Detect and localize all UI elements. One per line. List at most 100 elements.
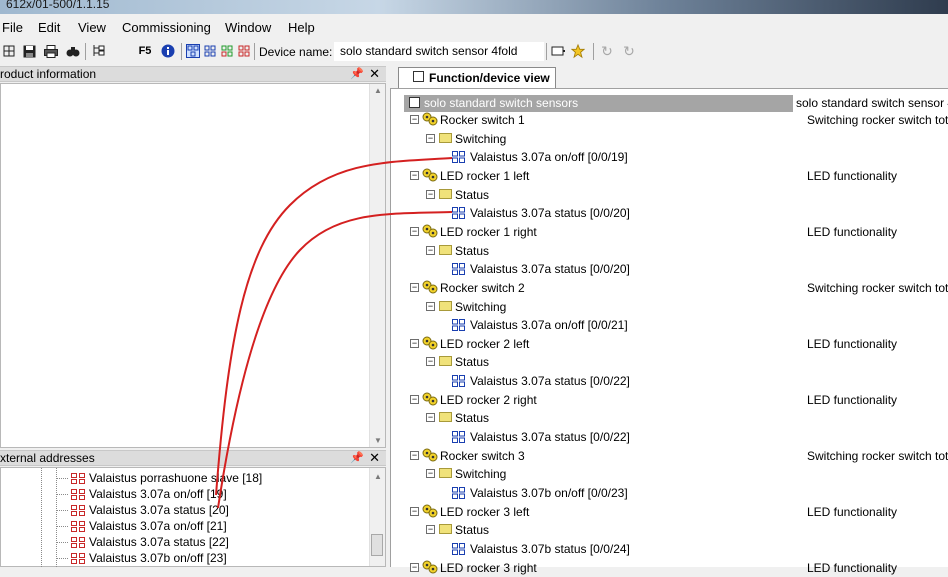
scroll-up-arrow-icon[interactable]: ▲ — [374, 86, 382, 95]
menu-help[interactable]: Help — [288, 20, 315, 35]
tree-row-channel[interactable]: − Rocker switch 1 Switching rocker switch … — [404, 111, 948, 129]
menu-commissioning[interactable]: Commissioning — [122, 20, 211, 35]
tree-row-channel[interactable]: − LED rocker 3 left LED functionality — [404, 503, 948, 521]
network-blue-icon[interactable] — [203, 44, 217, 58]
tab-function-device-view[interactable]: Function/device view — [398, 67, 556, 89]
collapse-toggle-icon[interactable]: − — [426, 246, 435, 255]
grid-icon[interactable] — [2, 44, 16, 58]
undo-icon[interactable]: ↻ — [600, 44, 614, 58]
collapse-toggle-icon[interactable]: − — [410, 451, 419, 460]
network-green-icon[interactable] — [220, 44, 234, 58]
collapse-toggle-icon[interactable]: − — [410, 283, 419, 292]
external-addresses-scrollbar[interactable]: ▲ — [369, 468, 385, 566]
menu-edit[interactable]: Edit — [38, 20, 60, 35]
menu-window[interactable]: Window — [225, 20, 271, 35]
tree-row-channel[interactable]: − LED rocker 2 left LED functionality — [404, 335, 948, 353]
group-address-icon — [452, 263, 465, 275]
tree-row-object[interactable]: − Switching — [404, 465, 948, 483]
tree-row-label: Valaistus 3.07b status [0/0/24] — [470, 542, 630, 556]
tree-row-object[interactable]: − Status — [404, 353, 948, 371]
tree-row-object[interactable]: − Status — [404, 409, 948, 427]
external-addresses-header: xternal addresses 📌 ✕ — [0, 450, 386, 466]
collapse-toggle-icon[interactable]: − — [410, 507, 419, 516]
product-info-scrollbar[interactable]: ▲ ▼ — [369, 84, 385, 447]
scroll-up-arrow-icon[interactable]: ▲ — [374, 472, 382, 481]
device-icon[interactable] — [551, 44, 565, 58]
window-titlebar: 612x/01-500/1.1.15 — [0, 0, 948, 14]
menu-view[interactable]: View — [78, 20, 106, 35]
tree-row-label: Valaistus 3.07a status [0/0/20] — [470, 206, 630, 220]
tree-row-group-address[interactable]: Valaistus 3.07a status [0/0/20] — [404, 260, 948, 278]
device-name-field[interactable]: solo standard switch sensor 4fold — [334, 42, 544, 61]
tree-row-channel[interactable]: − Rocker switch 2 Switching rocker switch … — [404, 279, 948, 297]
star-icon[interactable] — [571, 43, 585, 59]
list-item-label: Valaistus porrashuone slave [18] — [89, 471, 263, 485]
collapse-toggle-icon[interactable]: − — [410, 227, 419, 236]
group-address-icon — [71, 553, 85, 564]
object-folder-icon — [439, 412, 452, 422]
tree-row-group-address[interactable]: Valaistus 3.07b status [0/0/24] — [404, 540, 948, 558]
root-description: solo standard switch sensor 4f — [793, 95, 948, 112]
tree-row-object[interactable]: − Status — [404, 521, 948, 539]
pin-icon[interactable]: 📌 — [350, 451, 364, 464]
tree-row-label: Rocker switch 1 — [440, 113, 525, 127]
binoculars-icon[interactable] — [66, 44, 80, 58]
tree-row-channel[interactable]: − LED rocker 2 right LED functionality — [404, 391, 948, 409]
tree-row-group-address[interactable]: Valaistus 3.07b on/off [0/0/23] — [404, 484, 948, 502]
collapse-toggle-icon[interactable]: − — [426, 302, 435, 311]
close-icon[interactable]: ✕ — [369, 450, 380, 466]
tree-row-description: LED functionality — [807, 225, 898, 239]
tree-row-object[interactable]: − Status — [404, 186, 948, 204]
tree-row-description: Switching rocker switch tota — [807, 281, 948, 295]
f5-refresh-button[interactable]: F5 — [138, 44, 152, 58]
tree-row-group-address[interactable]: Valaistus 3.07a on/off [0/0/21] — [404, 316, 948, 334]
tree-row-description: Switching rocker switch tota — [807, 449, 948, 463]
channel-icon — [422, 168, 438, 182]
collapse-toggle-icon[interactable]: − — [410, 115, 419, 124]
tree-row-description: LED functionality — [807, 561, 898, 575]
collapse-toggle-icon[interactable]: − — [426, 413, 435, 422]
menu-file[interactable]: File — [2, 20, 23, 35]
tree-row-group-address[interactable]: Valaistus 3.07a status [0/0/22] — [404, 428, 948, 446]
collapse-toggle-icon[interactable]: − — [426, 134, 435, 143]
redo-icon[interactable]: ↻ — [622, 44, 636, 58]
disk-icon[interactable] — [22, 44, 36, 58]
network-blue-icon[interactable] — [186, 44, 200, 58]
tree-row-label: Valaistus 3.07a status [0/0/20] — [470, 262, 630, 276]
collapse-toggle-icon[interactable]: − — [426, 469, 435, 478]
tree-row-object[interactable]: − Status — [404, 242, 948, 260]
product-info-body: ▲ ▼ — [0, 83, 386, 448]
collapse-toggle-icon[interactable]: − — [426, 357, 435, 366]
group-address-icon — [71, 489, 85, 500]
group-address-icon — [71, 537, 85, 548]
collapse-toggle-icon[interactable]: − — [410, 395, 419, 404]
tree-row-channel[interactable]: − Rocker switch 3 Switching rocker switch … — [404, 447, 948, 465]
collapse-toggle-icon[interactable]: − — [410, 339, 419, 348]
pin-icon[interactable]: 📌 — [350, 67, 364, 80]
tree-row-group-address[interactable]: Valaistus 3.07a on/off [0/0/19] — [404, 148, 948, 166]
tree-row-channel[interactable]: − LED rocker 1 left LED functionality — [404, 167, 948, 185]
collapse-toggle-icon[interactable]: − — [426, 525, 435, 534]
toolbar-separator — [181, 43, 182, 60]
tree-row-group-address[interactable]: Valaistus 3.07a status [0/0/20] — [404, 204, 948, 222]
info-icon[interactable] — [161, 44, 175, 58]
object-folder-icon — [439, 524, 452, 534]
tree-row-channel[interactable]: − LED rocker 3 right LED functionality — [404, 559, 948, 577]
tree-row-channel[interactable]: − LED rocker 1 right LED functionality — [404, 223, 948, 241]
collapse-toggle-icon[interactable]: − — [410, 171, 419, 180]
tree-row-object[interactable]: − Switching — [404, 298, 948, 316]
scrollbar-thumb[interactable] — [371, 534, 383, 556]
collapse-toggle-icon[interactable]: − — [426, 190, 435, 199]
list-item-label: Valaistus 3.07a status [20] — [89, 503, 229, 517]
tree-row-object[interactable]: − Switching — [404, 130, 948, 148]
tree-row-group-address[interactable]: Valaistus 3.07a status [0/0/22] — [404, 372, 948, 390]
close-icon[interactable]: ✕ — [369, 66, 380, 82]
group-address-icon — [452, 487, 465, 499]
scroll-down-arrow-icon[interactable]: ▼ — [374, 436, 382, 445]
object-folder-icon — [439, 189, 452, 199]
channel-icon — [422, 280, 438, 294]
network-red-icon[interactable] — [237, 44, 251, 58]
printer-icon[interactable] — [44, 44, 58, 58]
tree-icon[interactable] — [92, 44, 106, 58]
collapse-toggle-icon[interactable]: − — [410, 563, 419, 572]
